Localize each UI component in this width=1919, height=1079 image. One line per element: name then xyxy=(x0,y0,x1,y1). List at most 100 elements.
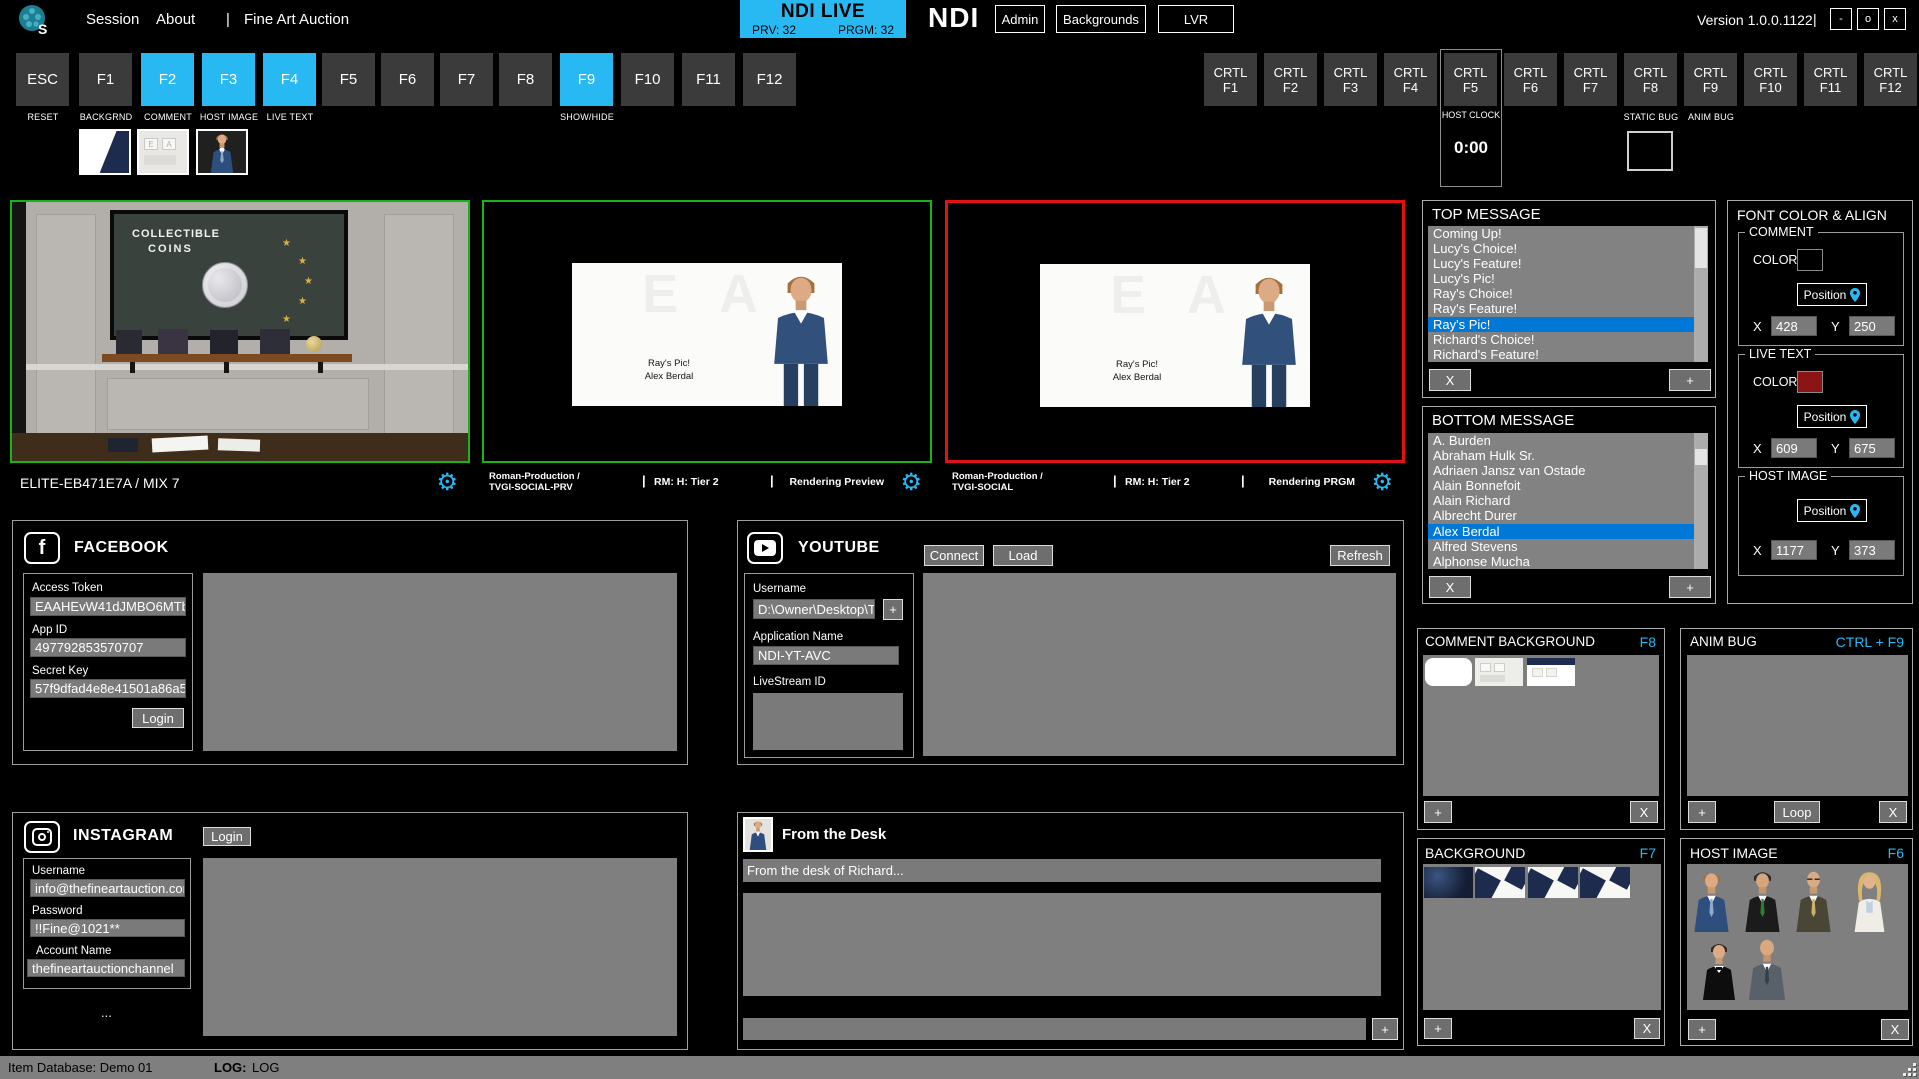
bottom-message-scrollbar[interactable] xyxy=(1694,433,1708,569)
host-thumb[interactable] xyxy=(1789,868,1838,932)
admin-button[interactable]: Admin xyxy=(995,5,1045,33)
anim-bug-loop-button[interactable]: Loop xyxy=(1774,801,1820,823)
comment-x-input[interactable]: 428 xyxy=(1771,316,1817,336)
host-image-add-button[interactable]: + xyxy=(1688,1019,1716,1040)
list-item-selected[interactable]: Alex Berdal xyxy=(1428,524,1700,539)
list-item[interactable]: Alain Richard xyxy=(1428,493,1700,508)
window-close-button[interactable]: x xyxy=(1884,8,1906,30)
instagram-username-input[interactable]: info@thefineartauction.com xyxy=(30,879,185,897)
comment-bg-thumb[interactable] xyxy=(1527,658,1575,686)
static-bug-thumb[interactable] xyxy=(1627,131,1673,171)
background-preview-thumb[interactable] xyxy=(79,129,131,175)
list-item[interactable]: Alfred Stevens xyxy=(1428,539,1700,554)
anim-bug-add-button[interactable]: + xyxy=(1688,801,1716,823)
anim-bug-remove-button[interactable]: X xyxy=(1879,801,1907,823)
menu-session[interactable]: Session xyxy=(86,11,139,28)
scrollbar-thumb[interactable] xyxy=(1695,228,1707,268)
comment-bg-thumb[interactable] xyxy=(1425,658,1472,686)
key-esc[interactable]: ESC xyxy=(16,53,69,106)
key-f10[interactable]: F10 xyxy=(621,53,674,106)
list-item[interactable]: Richard's Feature! xyxy=(1428,347,1700,362)
list-item[interactable]: A. Burden xyxy=(1428,433,1700,448)
app-id-input[interactable]: 497792853570707 xyxy=(30,638,186,657)
youtube-browse-button[interactable]: + xyxy=(883,599,903,620)
account-name-input[interactable]: thefineartauctionchannel xyxy=(27,959,185,977)
key-f7[interactable]: F7 xyxy=(440,53,493,106)
preview-settings-gear-icon[interactable]: ⚙ xyxy=(900,471,922,495)
source-monitor[interactable]: COLLECTIBLE COINS ★ ★ ★ ★ ★ xyxy=(10,200,470,463)
key-ctrl-f1[interactable]: CRTLF1 xyxy=(1204,53,1257,106)
list-item[interactable]: Alphonse Mucha xyxy=(1428,554,1700,569)
from-desk-message-input[interactable]: From the desk of Richard... xyxy=(743,859,1381,882)
host-thumb[interactable] xyxy=(1739,868,1786,932)
comment-background-add-button[interactable]: + xyxy=(1424,801,1452,823)
key-f8[interactable]: F8 xyxy=(499,53,552,106)
key-ctrl-f10[interactable]: CRTLF10 xyxy=(1744,53,1797,106)
from-desk-entry-bar[interactable] xyxy=(743,1018,1366,1040)
key-f1[interactable]: F1 xyxy=(79,53,132,106)
youtube-load-button[interactable]: Load xyxy=(993,545,1053,566)
live-text-y-input[interactable]: 675 xyxy=(1849,438,1895,458)
instagram-password-input[interactable]: !!Fine@1021** xyxy=(30,919,185,937)
key-f4[interactable]: F4 xyxy=(263,53,316,106)
access-token-input[interactable]: EAAHEvW41dJMBO6MTbZBIjE xyxy=(30,597,186,616)
list-item[interactable]: Lucy's Pic! xyxy=(1428,271,1700,286)
resize-grip[interactable] xyxy=(1902,1062,1916,1076)
key-ctrl-f2[interactable]: CRTLF2 xyxy=(1264,53,1317,106)
top-message-list[interactable]: Coming Up! Lucy's Choice! Lucy's Feature… xyxy=(1428,226,1700,362)
list-item[interactable]: Abraham Hulk Sr. xyxy=(1428,448,1700,463)
program-settings-gear-icon[interactable]: ⚙ xyxy=(1371,471,1393,495)
lvr-button[interactable]: LVR xyxy=(1158,5,1234,33)
key-ctrl-f11[interactable]: CRTLF11 xyxy=(1804,53,1857,106)
key-ctrl-f12[interactable]: CRTLF12 xyxy=(1864,53,1917,106)
list-item[interactable]: Ray's Choice! xyxy=(1428,286,1700,301)
key-ctrl-f6[interactable]: CRTLF6 xyxy=(1504,53,1557,106)
top-message-add-button[interactable]: + xyxy=(1669,369,1711,391)
background-thumb[interactable] xyxy=(1528,867,1578,898)
key-ctrl-f5[interactable]: CRTLF5 xyxy=(1444,53,1497,106)
from-desk-add-button[interactable]: + xyxy=(1372,1018,1398,1040)
background-add-button[interactable]: + xyxy=(1424,1018,1452,1039)
key-f9[interactable]: F9 xyxy=(560,53,613,106)
key-f12[interactable]: F12 xyxy=(743,53,796,106)
list-item[interactable]: Alain Bonnefoit xyxy=(1428,478,1700,493)
backgrounds-button[interactable]: Backgrounds xyxy=(1056,5,1146,33)
key-ctrl-f8[interactable]: CRTLF8 xyxy=(1624,53,1677,106)
list-item[interactable]: Albrecht Durer xyxy=(1428,508,1700,523)
host-thumb[interactable] xyxy=(1745,936,1789,1000)
host-thumb[interactable] xyxy=(1848,868,1891,932)
livestream-id-input[interactable] xyxy=(753,693,903,750)
key-ctrl-f7[interactable]: CRTLF7 xyxy=(1564,53,1617,106)
list-item-selected[interactable]: Ray's Pic! xyxy=(1428,317,1700,332)
background-thumb[interactable] xyxy=(1424,867,1473,898)
secret-key-input[interactable]: 57f9dfad4e8e41501a86a57f139 xyxy=(30,679,186,698)
host-thumb[interactable] xyxy=(1689,868,1734,932)
comment-bg-thumb[interactable] xyxy=(1475,658,1523,686)
key-ctrl-f9[interactable]: CRTLF9 xyxy=(1684,53,1737,106)
youtube-refresh-button[interactable]: Refresh xyxy=(1330,545,1390,566)
key-ctrl-f3[interactable]: CRTLF3 xyxy=(1324,53,1377,106)
list-item[interactable]: Lucy's Feature! xyxy=(1428,256,1700,271)
live-text-position-button[interactable]: Position xyxy=(1797,405,1867,428)
top-message-remove-button[interactable]: X xyxy=(1429,369,1471,391)
live-text-x-input[interactable]: 609 xyxy=(1771,438,1817,458)
list-item[interactable]: Adriaen Jansz van Ostade xyxy=(1428,463,1700,478)
background-remove-button[interactable]: X xyxy=(1634,1018,1660,1039)
application-name-input[interactable]: NDI-YT-AVC xyxy=(753,646,899,665)
comment-background-remove-button[interactable]: X xyxy=(1630,801,1658,823)
comment-preview-thumb[interactable]: E A xyxy=(137,129,189,175)
comment-color-swatch[interactable] xyxy=(1797,249,1823,271)
key-f2[interactable]: F2 xyxy=(141,53,194,106)
host-image-preview-thumb[interactable] xyxy=(196,129,248,175)
background-thumb[interactable] xyxy=(1580,867,1630,898)
facebook-login-button[interactable]: Login xyxy=(132,708,184,728)
bottom-message-remove-button[interactable]: X xyxy=(1429,576,1471,598)
key-ctrl-f4[interactable]: CRTLF4 xyxy=(1384,53,1437,106)
window-minimize-button[interactable]: - xyxy=(1830,8,1852,30)
bottom-message-list[interactable]: A. Burden Abraham Hulk Sr. Adriaen Jansz… xyxy=(1428,433,1700,569)
comment-position-button[interactable]: Position xyxy=(1797,283,1867,306)
scrollbar-thumb[interactable] xyxy=(1695,449,1707,465)
instagram-login-button[interactable]: Login xyxy=(203,827,251,846)
preview-monitor[interactable]: E A Ray's Pic! Alex Berdal xyxy=(482,200,932,463)
youtube-connect-button[interactable]: Connect xyxy=(924,545,984,566)
